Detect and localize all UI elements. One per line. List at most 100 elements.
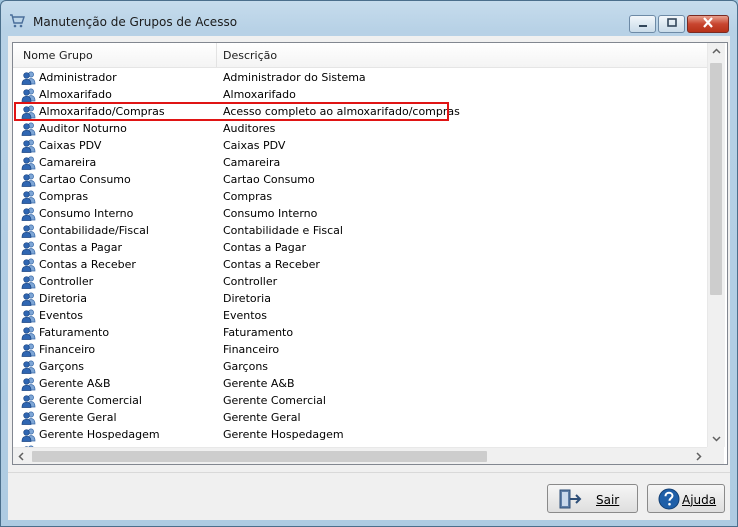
scroll-left-arrow[interactable]: [13, 448, 30, 464]
table-row[interactable]: Almoxarifado/Compras Acesso completo ao a…: [13, 103, 707, 120]
user-group-icon: [21, 240, 36, 255]
column-divider[interactable]: [216, 43, 217, 67]
horizontal-scroll-thumb[interactable]: [32, 451, 487, 462]
user-group-icon: [21, 189, 36, 204]
exit-button[interactable]: Sair: [547, 484, 638, 513]
group-description-cell: Diretoria: [223, 292, 271, 305]
table-row[interactable]: Gerente Comercial Gerente Comercial: [13, 392, 707, 409]
table-row[interactable]: Gerente Geral Gerente Geral: [13, 409, 707, 426]
table-row[interactable]: Eventos Eventos: [13, 307, 707, 324]
vertical-scrollbar[interactable]: [707, 43, 725, 447]
table-row[interactable]: Faturamento Faturamento: [13, 324, 707, 341]
vertical-scroll-thumb[interactable]: [710, 63, 722, 295]
group-name-cell: Almoxarifado/Compras: [39, 105, 165, 118]
group-name-cell: Caixas PDV: [39, 139, 102, 152]
user-group-icon: [21, 87, 36, 102]
group-name-cell: Auditor Noturno: [39, 122, 127, 135]
table-row[interactable]: Contas a Pagar Contas a Pagar: [13, 239, 707, 256]
scroll-right-arrow[interactable]: [690, 448, 707, 464]
group-name-cell: Gerente Hospedagem: [39, 428, 160, 441]
table-row[interactable]: Camareira Camareira: [13, 154, 707, 171]
group-name-cell: Almoxarifado: [39, 88, 112, 101]
user-group-icon: [21, 376, 36, 391]
group-name-cell: Eventos: [39, 309, 83, 322]
group-description-cell: Acesso completo ao almoxarifado/compras: [223, 105, 460, 118]
table-row[interactable]: Gerente Hospedagem Gerente Hospedagem: [13, 426, 707, 443]
exit-button-label: Sair: [596, 493, 620, 507]
table-row[interactable]: Almoxarifado Almoxarifado: [13, 86, 707, 103]
group-description-cell: Gerente A&B: [223, 377, 295, 390]
group-description-cell: Contabilidade e Fiscal: [223, 224, 343, 237]
group-name-cell: Garçons: [39, 360, 85, 373]
table-row[interactable]: Consumo Interno Consumo Interno: [13, 205, 707, 222]
user-group-icon: [21, 104, 36, 119]
group-name-cell: Cartao Consumo: [39, 173, 131, 186]
table-row[interactable]: Auditor Noturno Auditores: [13, 120, 707, 137]
group-description-cell: Caixas PDV: [223, 139, 286, 152]
scroll-up-arrow[interactable]: [708, 43, 725, 60]
table-row[interactable]: Cartao Consumo Cartao Consumo: [13, 171, 707, 188]
table-row[interactable]: Administrador Administrador do Sistema: [13, 69, 707, 86]
group-name-cell: Administrador: [39, 71, 117, 84]
table-row[interactable]: Financeiro Financeiro: [13, 341, 707, 358]
group-name-cell: Financeiro: [39, 343, 96, 356]
minimize-icon: [638, 25, 647, 27]
group-name-cell: Gerente Comercial: [39, 394, 142, 407]
group-name-cell: Camareira: [39, 156, 97, 169]
user-group-icon: [21, 393, 36, 408]
group-name-cell: Diretoria: [39, 292, 87, 305]
table-row[interactable]: Garçons Garçons: [13, 358, 707, 375]
help-button[interactable]: Ajuda: [647, 484, 725, 513]
close-button[interactable]: [687, 15, 729, 33]
group-description-cell: Camareira: [223, 156, 281, 169]
chevron-left-icon: [18, 452, 24, 461]
scroll-down-arrow[interactable]: [708, 430, 725, 447]
table-row[interactable]: Contabilidade/Fiscal Contabilidade e Fisc…: [13, 222, 707, 239]
user-group-icon: [21, 308, 36, 323]
group-description-cell: Gerente Geral: [223, 411, 301, 424]
group-description-cell: Garçons: [223, 360, 269, 373]
user-group-icon: [21, 274, 36, 289]
table-row[interactable]: Diretoria Diretoria: [13, 290, 707, 307]
user-group-icon: [21, 172, 36, 187]
group-description-cell: Contas a Pagar: [223, 241, 307, 254]
user-group-icon: [21, 70, 36, 85]
close-icon: [703, 17, 713, 28]
exit-door-icon: [559, 489, 582, 509]
help-button-label: Ajuda: [682, 493, 717, 507]
horizontal-scrollbar[interactable]: [13, 447, 707, 464]
user-group-icon: [21, 359, 36, 374]
chevron-right-icon: [696, 452, 702, 461]
group-name-cell: Contas a Pagar: [39, 241, 123, 254]
column-header-name[interactable]: Nome Grupo: [23, 49, 93, 62]
group-description-cell: Cartao Consumo: [223, 173, 315, 186]
table-row[interactable]: Controller Controller: [13, 273, 707, 290]
window-title: Manutenção de Grupos de Acesso: [33, 15, 238, 29]
column-header-description[interactable]: Descrição: [223, 49, 277, 62]
table-row[interactable]: Compras Compras: [13, 188, 707, 205]
minimize-button[interactable]: [629, 15, 656, 33]
group-name-cell: Consumo Interno: [39, 207, 134, 220]
scrollbar-corner: [707, 447, 724, 464]
user-group-icon: [21, 257, 36, 272]
cart-icon: [10, 14, 25, 28]
dialog-client-area: Nome Grupo Descrição Administrador Admini…: [8, 36, 730, 520]
groups-grid[interactable]: Nome Grupo Descrição Administrador Admini…: [12, 42, 728, 465]
group-description-cell: Controller: [223, 275, 278, 288]
chevron-up-icon: [712, 48, 721, 54]
table-row[interactable]: Contas a Receber Contas a Receber: [13, 256, 707, 273]
table-row[interactable]: Gerente A&B Gerente A&B: [13, 375, 707, 392]
group-name-cell: Faturamento: [39, 326, 110, 339]
group-description-cell: Compras: [223, 190, 273, 203]
maximize-button[interactable]: [658, 15, 685, 33]
title-bar[interactable]: Manutenção de Grupos de Acesso: [1, 1, 737, 37]
group-description-cell: Gerente Hospedagem: [223, 428, 344, 441]
grid-header: Nome Grupo Descrição: [13, 43, 707, 68]
table-row[interactable]: Caixas PDV Caixas PDV: [13, 137, 707, 154]
group-description-cell: Financeiro: [223, 343, 280, 356]
group-description-cell: Consumo Interno: [223, 207, 318, 220]
group-description-cell: Gerente Comercial: [223, 394, 326, 407]
user-group-icon: [21, 223, 36, 238]
grid-rows: Administrador Administrador do Sistema Alm…: [13, 69, 707, 453]
group-description-cell: Administrador do Sistema: [223, 71, 366, 84]
